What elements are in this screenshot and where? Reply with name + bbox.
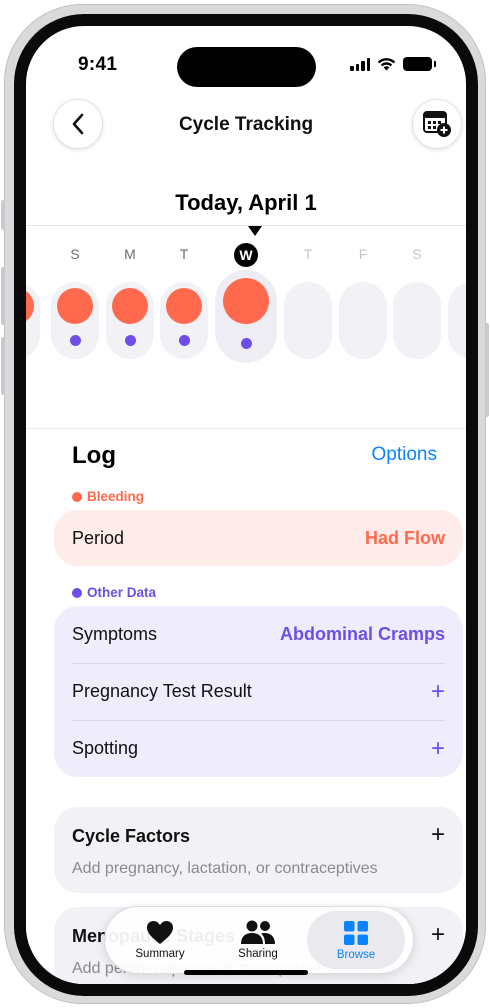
bleeding-label-text: Bleeding <box>87 489 145 504</box>
day-cell[interactable] <box>339 282 387 359</box>
volume-up-button <box>1 267 5 325</box>
cycle-factors-subtitle: Add pregnancy, lactation, or contracepti… <box>72 860 378 877</box>
volume-down-button <box>1 337 5 395</box>
people-icon <box>241 920 275 944</box>
add-calendar-button[interactable] <box>412 99 462 149</box>
options-button[interactable]: Options <box>372 444 437 466</box>
day-letter: T <box>179 246 189 262</box>
day-cell[interactable] <box>284 282 332 359</box>
tab-bar: Summary Sharing Browse <box>104 906 414 974</box>
day-letter: F <box>358 246 368 262</box>
day-letter: S <box>70 246 80 262</box>
side-button <box>1 200 5 230</box>
period-row[interactable]: Period Had Flow <box>54 510 463 566</box>
symptoms-row[interactable]: Symptoms Abdominal Cramps <box>72 606 445 663</box>
bleeding-dot-icon <box>72 491 82 502</box>
bleeding-label: Bleeding <box>72 489 144 504</box>
cycle-factors-card[interactable]: Cycle Factors + Add pregnancy, lactation… <box>54 807 463 893</box>
phone-bezel: 9:41 Cycle Tracking Today, April 1 S M T… <box>14 14 478 996</box>
battery-icon <box>403 57 436 71</box>
page-title: Cycle Tracking <box>178 114 314 135</box>
other-data-card: Symptoms Abdominal Cramps Pregnancy Test… <box>54 606 463 777</box>
spotting-row[interactable]: Spotting + <box>72 720 445 777</box>
symptom-dot <box>240 338 252 349</box>
symptoms-label: Symptoms <box>72 624 158 644</box>
add-spotting-icon[interactable]: + <box>431 735 445 763</box>
phone-frame: 9:41 Cycle Tracking Today, April 1 S M T… <box>1 4 489 1004</box>
pregnancy-test-row[interactable]: Pregnancy Test Result + <box>72 663 445 720</box>
day-letter: T <box>303 246 313 262</box>
add-menopause-stage-icon[interactable]: + <box>431 921 445 949</box>
divider <box>26 225 466 226</box>
screen: 9:41 Cycle Tracking Today, April 1 S M T… <box>26 26 466 984</box>
symptoms-value: Abdominal Cramps <box>279 624 445 644</box>
other-data-label: Other Data <box>72 585 156 600</box>
period-value: Had Flow <box>365 527 445 548</box>
spotting-label: Spotting <box>72 738 139 758</box>
period-label: Period <box>72 527 125 548</box>
add-cycle-factor-icon[interactable]: + <box>431 821 445 849</box>
symptom-dot <box>124 335 136 346</box>
date-heading: Today, April 1 <box>175 190 317 215</box>
day-letter: M <box>124 246 136 262</box>
status-time: 9:41 <box>78 54 118 75</box>
symptom-dot <box>69 335 81 346</box>
home-indicator <box>184 970 308 975</box>
cycle-factors-title: Cycle Factors <box>72 826 191 846</box>
status-icons <box>350 57 436 71</box>
day-letter: S <box>452 246 466 262</box>
day-letter: S <box>412 246 422 262</box>
symptom-dot <box>178 335 190 346</box>
tab-browse-label: Browse <box>336 948 376 961</box>
flow-dot <box>57 288 93 324</box>
add-pregnancy-test-icon[interactable]: + <box>431 678 445 706</box>
day-cell[interactable] <box>393 282 441 359</box>
other-data-label-text: Other Data <box>87 585 157 600</box>
tab-browse[interactable]: Browse <box>307 911 405 969</box>
flow-dot <box>223 278 269 324</box>
flow-dot <box>112 288 148 324</box>
tab-summary[interactable]: Summary <box>111 911 209 969</box>
day-letter: S <box>26 246 36 262</box>
tab-sharing[interactable]: Sharing <box>209 911 307 969</box>
calendar-add-icon <box>423 111 451 137</box>
other-data-dot-icon <box>72 587 82 598</box>
wifi-icon <box>377 58 396 71</box>
dynamic-island <box>177 47 316 87</box>
power-button <box>485 323 489 417</box>
tab-sharing-label: Sharing <box>238 948 278 960</box>
heart-icon <box>147 921 173 944</box>
log-title: Log <box>72 442 116 469</box>
cellular-signal-icon <box>350 57 370 71</box>
flow-dot <box>166 288 202 324</box>
tab-summary-label: Summary <box>135 948 185 960</box>
day-letter: W <box>234 243 258 267</box>
today-marker-icon <box>248 226 262 236</box>
pregnancy-test-label: Pregnancy Test Result <box>72 681 252 701</box>
grid-icon <box>344 920 368 945</box>
day-cell[interactable] <box>448 282 466 359</box>
